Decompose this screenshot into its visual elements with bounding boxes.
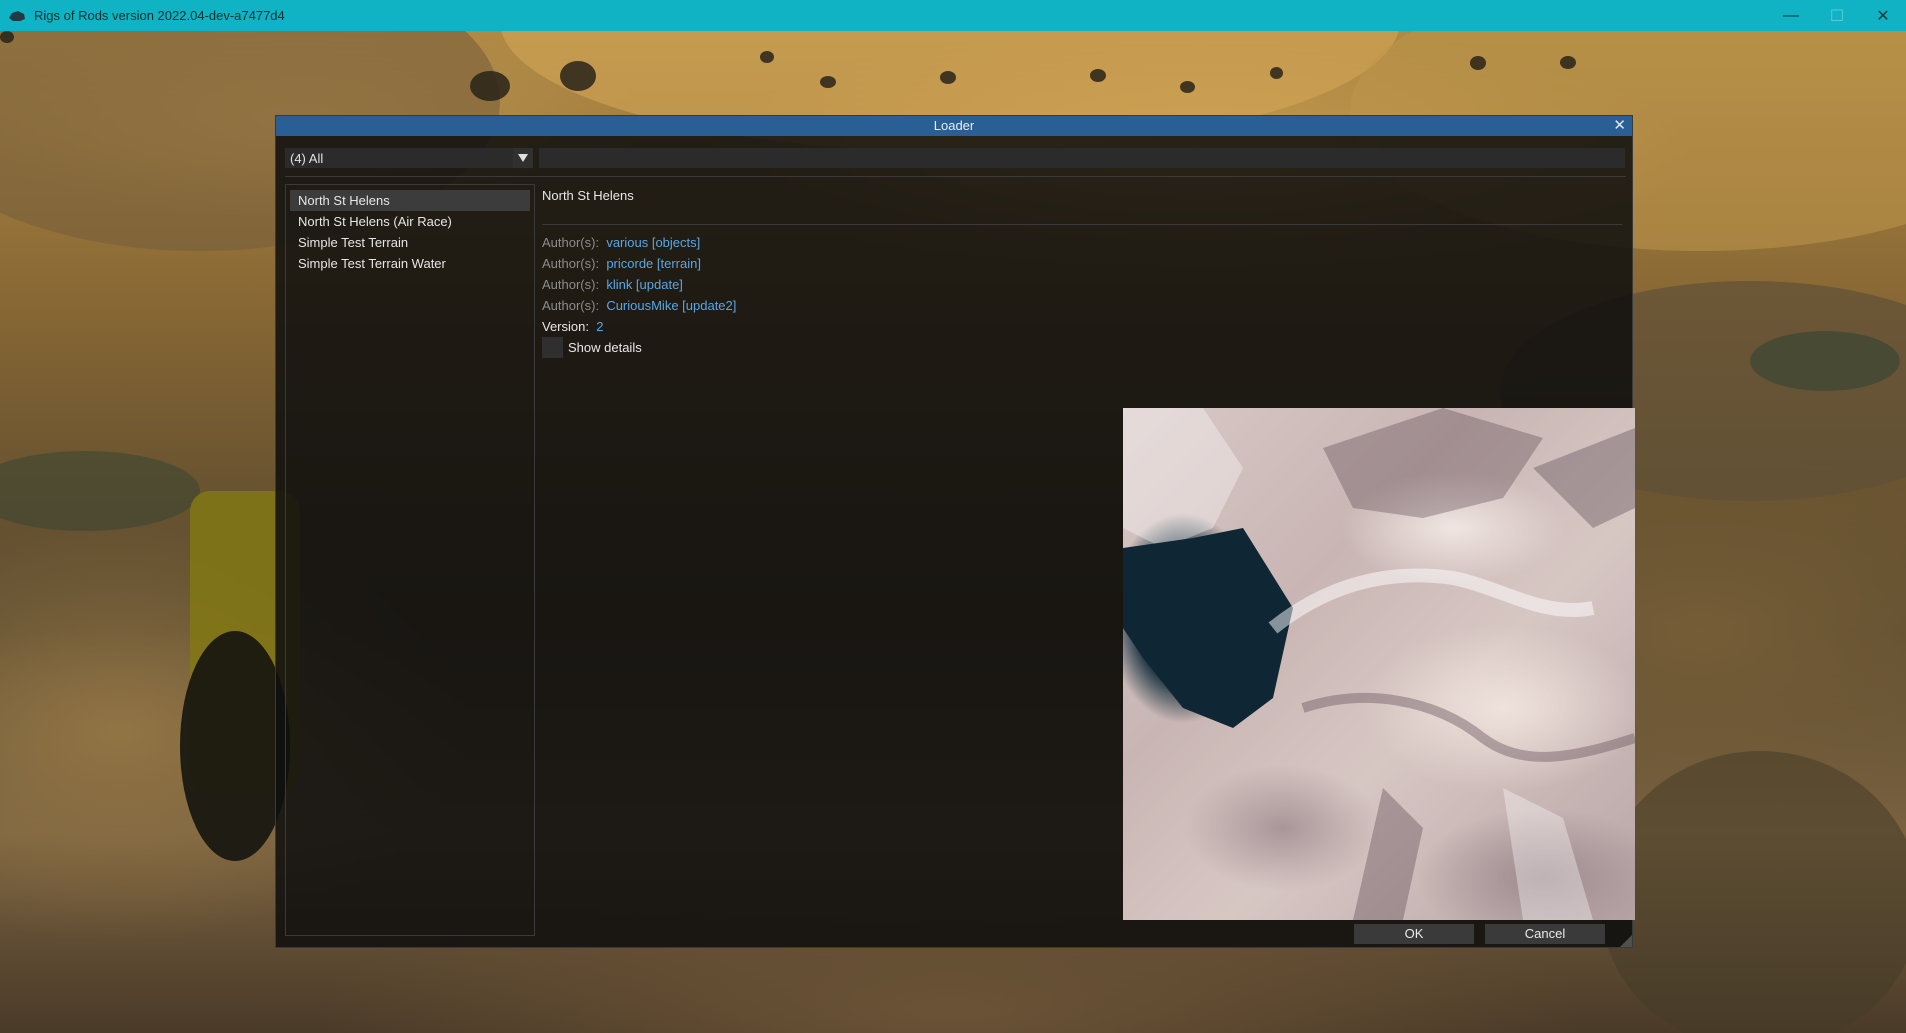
divider (542, 224, 1622, 225)
search-input[interactable] (539, 148, 1625, 168)
ok-button[interactable]: OK (1354, 924, 1474, 944)
loader-dialog: Loader ✕ (4) All North St Helens North S… (275, 115, 1635, 948)
author-link[interactable]: various [objects] (606, 235, 700, 250)
window-title: Rigs of Rods version 2022.04-dev-a7477d4 (34, 8, 285, 23)
author-link[interactable]: klink [update] (606, 277, 683, 292)
author-label: Author(s): (542, 235, 600, 250)
minimize-button[interactable]: — (1768, 0, 1814, 31)
close-icon[interactable]: ✕ (1613, 116, 1626, 136)
version-row: Version: 2 (542, 319, 603, 334)
show-details-label: Show details (568, 340, 642, 355)
author-row: Author(s): pricorde [terrain] (542, 256, 701, 271)
category-dropdown[interactable]: (4) All (285, 148, 533, 168)
selected-name: North St Helens (542, 188, 634, 203)
chevron-down-icon[interactable] (513, 148, 533, 168)
terrain-list: North St Helens North St Helens (Air Rac… (285, 184, 535, 936)
author-link[interactable]: CuriousMike [update2] (606, 298, 736, 313)
details-panel: North St Helens Author(s): various [obje… (539, 184, 1635, 936)
author-row: Author(s): various [objects] (542, 235, 700, 250)
list-item[interactable]: North St Helens (290, 190, 530, 211)
maximize-button[interactable]: ☐ (1814, 0, 1860, 31)
list-item[interactable]: Simple Test Terrain Water (290, 253, 530, 274)
author-link[interactable]: pricorde [terrain] (606, 256, 701, 271)
category-selected: (4) All (290, 150, 324, 166)
terrain-relief (1123, 408, 1635, 920)
divider (285, 176, 1626, 177)
app-icon (8, 7, 28, 25)
version-value: 2 (596, 319, 604, 334)
cancel-button[interactable]: Cancel (1485, 924, 1605, 944)
author-label: Author(s): (542, 256, 600, 271)
author-label: Author(s): (542, 277, 600, 292)
show-details-checkbox[interactable] (542, 337, 563, 358)
author-label: Author(s): (542, 298, 600, 313)
list-item[interactable]: North St Helens (Air Race) (290, 211, 530, 232)
window-titlebar: Rigs of Rods version 2022.04-dev-a7477d4… (0, 0, 1906, 31)
author-row: Author(s): klink [update] (542, 277, 683, 292)
dialog-title: Loader (276, 116, 1632, 136)
resize-grip[interactable] (1620, 935, 1632, 947)
window-close-button[interactable]: ✕ (1860, 0, 1906, 31)
terrain-preview-image (1123, 408, 1635, 920)
author-row: Author(s): CuriousMike [update2] (542, 298, 736, 313)
show-details-toggle[interactable]: Show details (542, 337, 642, 358)
list-item[interactable]: Simple Test Terrain (290, 232, 530, 253)
version-label: Version: (542, 319, 589, 334)
